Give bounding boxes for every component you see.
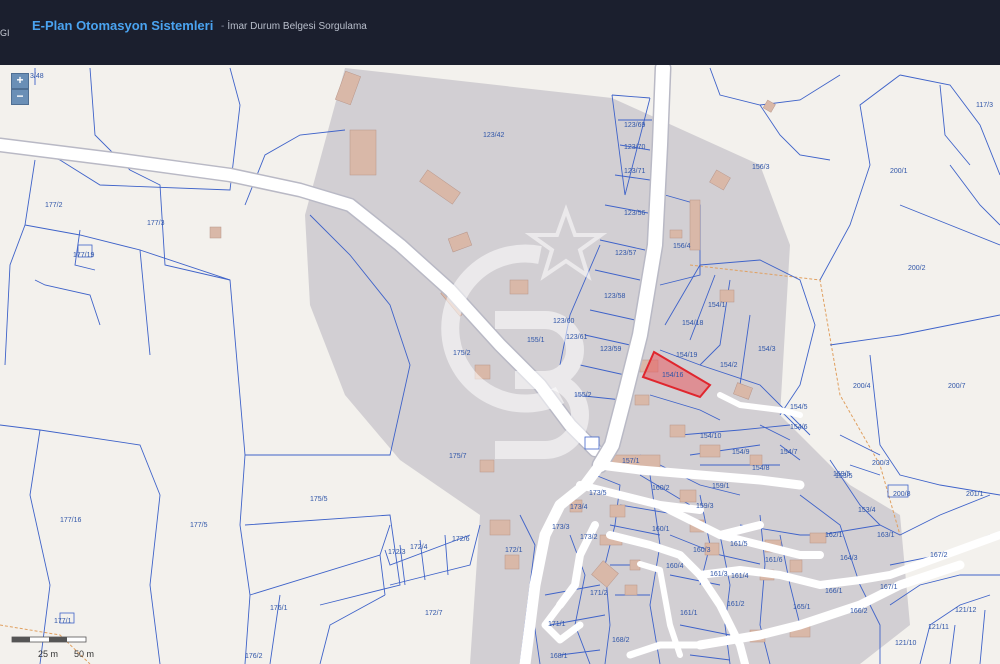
parcel-label: 123/56 [624,210,646,217]
page-subtitle-text: İmar Durum Belgesi Sorgulama [227,21,367,32]
parcel-label: 123/57 [615,250,637,257]
parcel-label: 175/2 [453,350,471,357]
parcel-label: 172/7 [425,610,443,617]
parcel-label: 160/1 [652,526,670,533]
scale-label-25m: 25 m [38,649,58,659]
parcel-label: 177/2 [45,202,63,209]
parcel-label: 154/9 [732,449,750,456]
title-separator: - [221,21,225,32]
parcel-label: 161/4 [731,573,749,580]
parcel-label: 201/1 [966,491,984,498]
parcel-label: 173/4 [570,504,588,511]
scale-label-50m: 50 m [74,649,94,659]
parcel-label: 154/8 [752,465,770,472]
parcel-label: 171/2 [590,590,608,597]
header-edge-text: GI [0,28,10,38]
parcel-label: 172/4 [410,544,428,551]
parcel-label: 154/18 [682,320,704,327]
parcel-label: 123/59 [600,346,622,353]
parcel-label: 161/1 [680,610,698,617]
parcel-label: 161/2 [727,601,745,608]
parcel-label: 172/6 [452,536,470,543]
parcel-label: 168/1 [550,653,568,660]
parcel-label: 154/19 [676,352,698,359]
parcel-label: 173/2 [580,534,598,541]
parcel-label: 200/7 [948,383,966,390]
parcel-label: 166/2 [850,608,868,615]
parcel-label: 164/3 [840,555,858,562]
parcel-label: 176/2 [245,653,263,660]
parcel-label: 121/10 [895,640,917,647]
parcel-label: 200/8 [893,491,911,498]
parcel-label: 177/19 [73,252,95,259]
parcel-label: 154/1 [708,302,726,309]
parcel-label: 172/3 [388,549,406,556]
parcel-label: 161/6 [765,557,783,564]
scale-bar: 25 m 50 m [11,636,94,659]
parcel-label: 123/58 [604,293,626,300]
parcel-label: 173/3 [552,524,570,531]
parcel-label: 153/4 [858,507,876,514]
page-subtitle: - İmar Durum Belgesi Sorgulama [221,21,367,32]
parcel-label: 156/3 [752,164,770,171]
parcel-marker [584,436,600,450]
parcel-label: 154/3 [758,346,776,353]
parcel-label: 121/11 [928,624,949,631]
parcel-label: 156/4 [673,243,691,250]
map-canvas[interactable]: 3/48 123/42 123/69 123/70 123/71 123/56 … [0,65,1000,664]
parcel-label: 200/1 [890,168,908,175]
parcel-label: 177/1 [54,618,72,625]
parcel-label: 167/1 [880,584,898,591]
parcel-label: 157/1 [622,458,640,465]
parcel-label: 123/60 [553,318,575,325]
parcel-label: 123/71 [624,168,646,175]
parcel-label: 162/1 [825,532,843,539]
parcel-label: 177/5 [190,522,208,529]
parcel-label: 175/5 [310,496,328,503]
parcel-label: 165/1 [793,604,811,611]
parcel-label: 160/4 [666,563,684,570]
parcel-label: 176/1 [270,605,288,612]
parcel-label: 163/1 [877,532,895,539]
zoom-in-button[interactable]: + [11,73,29,89]
parcel-label: 121/12 [955,607,977,614]
parcel-label: 200/2 [908,265,926,272]
parcel-label: 177/16 [60,517,82,524]
parcel-label: 154/6 [790,424,808,431]
parcel-label: 155/1 [527,337,545,344]
zoom-out-button[interactable]: − [11,89,29,105]
parcel-label: 3/48 [30,73,44,80]
parcel-label: 167/2 [930,552,948,559]
parcel-label: 154/7 [780,449,798,456]
parcel-label: 168/2 [612,637,630,644]
parcel-label: 117/3 [976,102,993,109]
parcel-label: 173/5 [589,490,607,497]
selected-parcel-label: 154/16 [662,372,684,379]
parcel-label: 153/5 [835,473,853,480]
parcel-label: 200/4 [853,383,871,390]
app-title[interactable]: E-Plan Otomasyon Sistemleri [32,18,213,33]
app-header: GI E-Plan Otomasyon Sistemleri - İmar Dur… [0,0,1000,65]
parcel-label: 159/1 [712,483,730,490]
parcel-label: 161/5 [730,541,748,548]
parcel-label: 123/70 [624,144,646,151]
parcel-label: 200/3 [872,460,890,467]
parcel-label: 154/5 [790,404,808,411]
parcel-label: 159/3 [696,503,714,510]
parcel-label: 175/7 [449,453,467,460]
parcel-label: 160/2 [652,485,670,492]
cadastral-map[interactable]: 3/48 123/42 123/69 123/70 123/71 123/56 … [0,65,1000,664]
parcel-label: 123/42 [483,132,505,139]
parcel-label: 155/2 [574,392,592,399]
parcel-label: 154/2 [720,362,738,369]
parcel-label: 160/3 [693,547,711,554]
parcel-label: 123/61 [566,334,588,341]
parcel-label: 154/10 [700,433,722,440]
parcel-label: 171/1 [548,621,566,628]
parcel-label: 161/3 [710,571,728,578]
parcel-label: 166/1 [825,588,843,595]
parcel-label: 123/69 [624,122,646,129]
parcel-label: 177/3 [147,220,165,227]
parcel-label: 172/1 [505,547,523,554]
